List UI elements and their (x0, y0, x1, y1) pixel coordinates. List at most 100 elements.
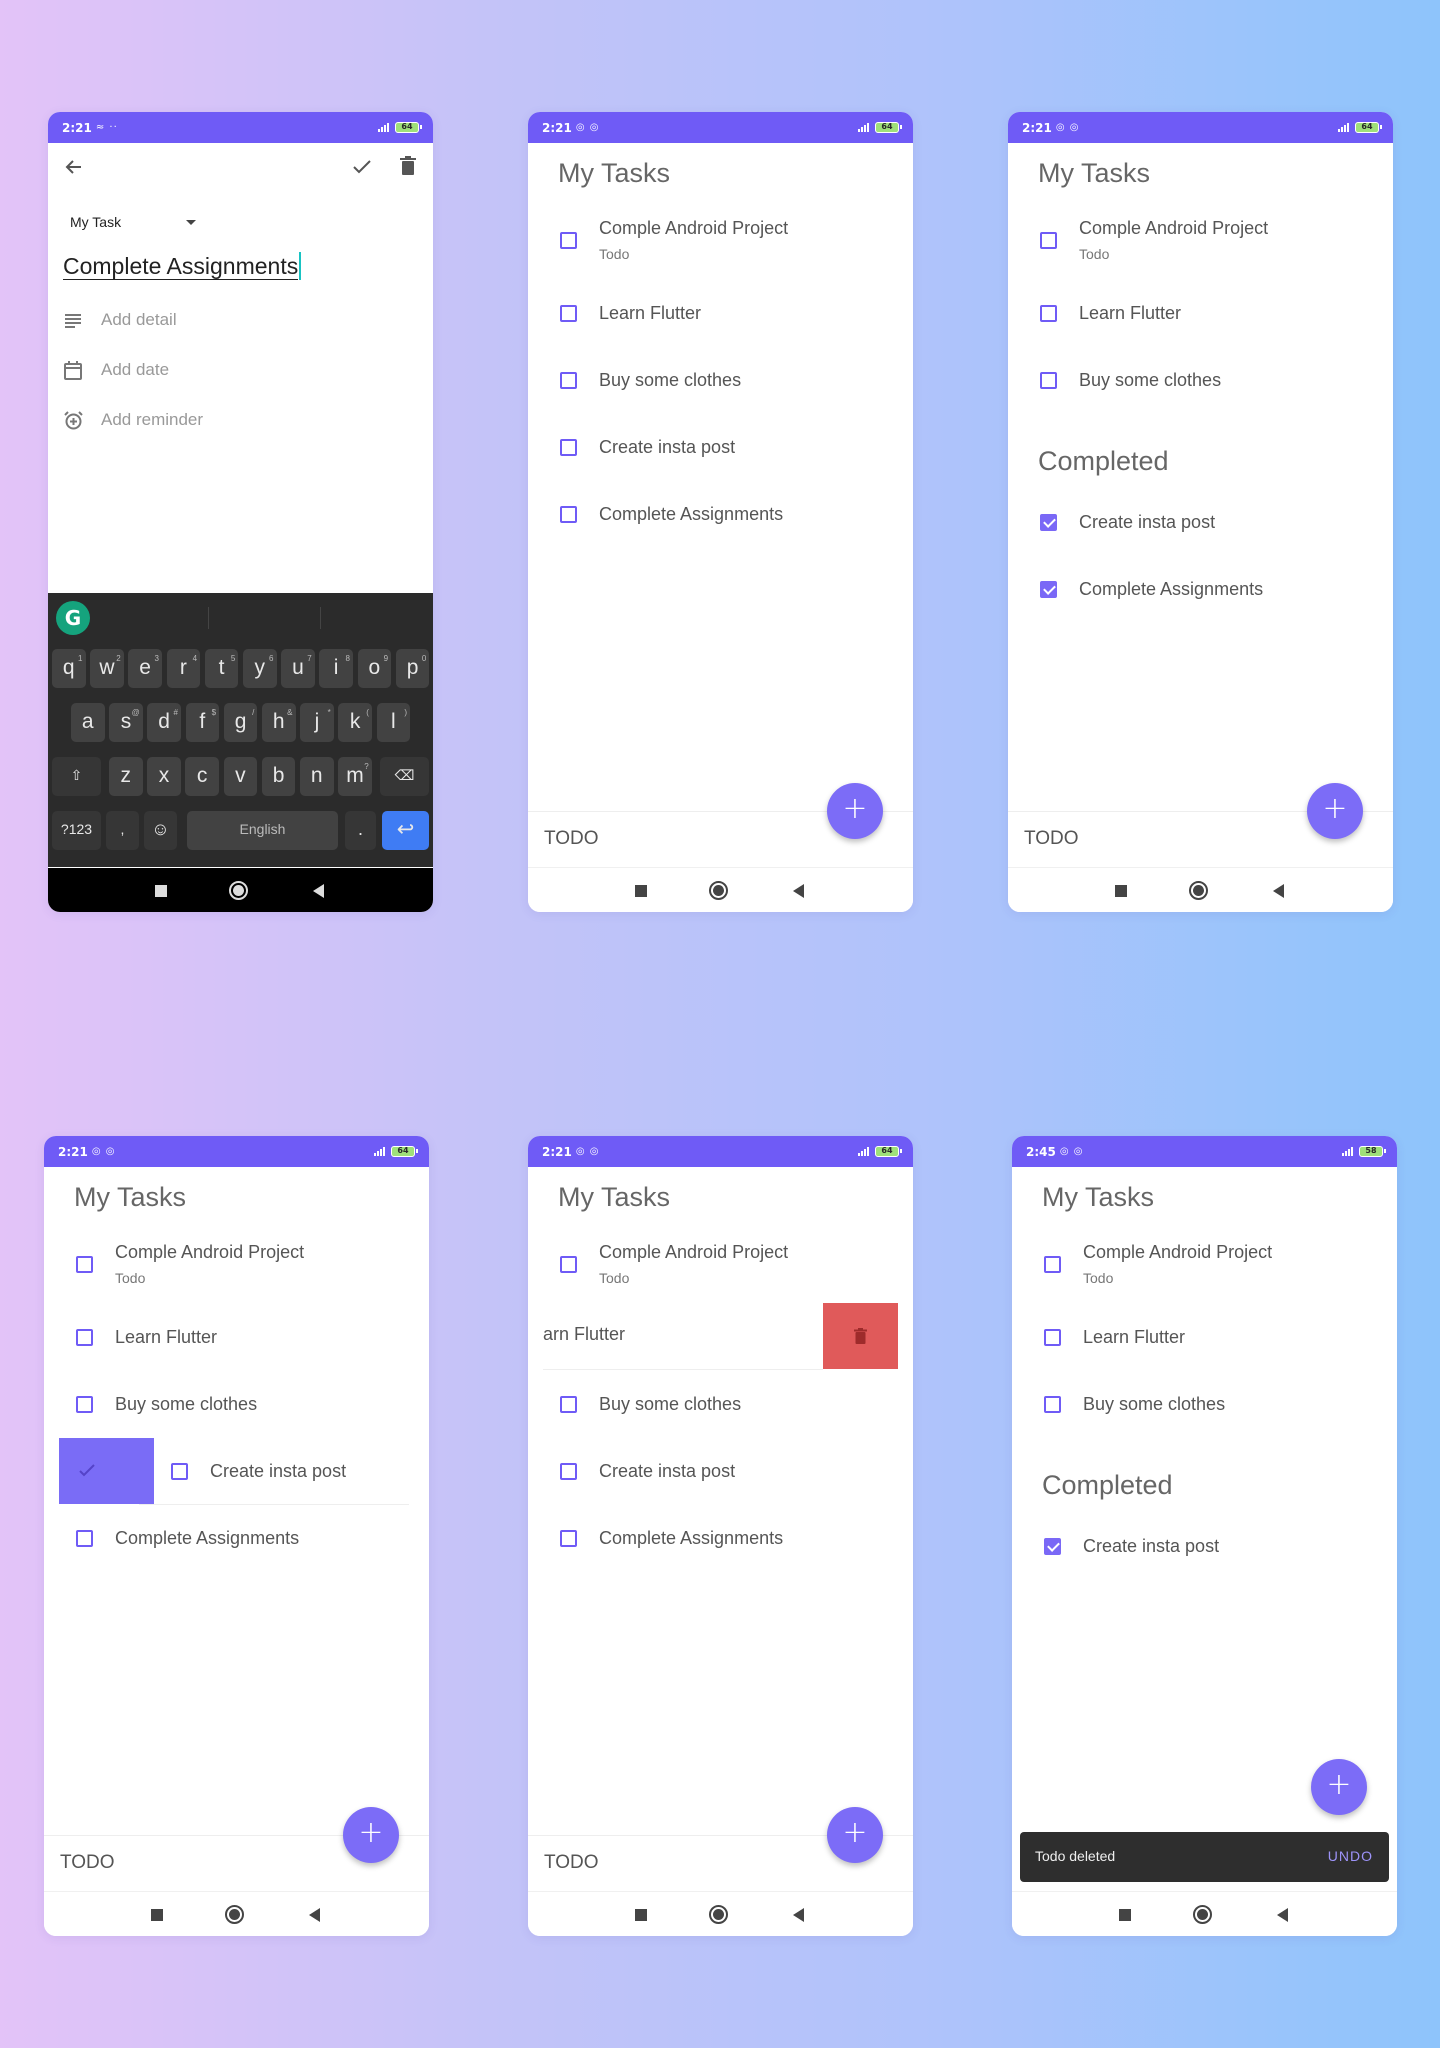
back-nav-icon[interactable] (313, 884, 324, 898)
task-item[interactable]: Comple Android Project Todo (44, 1236, 429, 1302)
key-z[interactable]: z (109, 757, 143, 796)
task-checkbox[interactable] (560, 372, 577, 389)
task-checkbox[interactable] (1040, 305, 1057, 322)
task-checkbox[interactable] (1040, 232, 1057, 249)
back-nav-icon[interactable] (793, 884, 804, 898)
task-item[interactable]: Comple Android Project Todo (528, 1236, 913, 1302)
key-h[interactable]: h & (262, 703, 296, 742)
add-reminder-row[interactable]: Add reminder (48, 402, 433, 442)
task-item[interactable]: Buy some clothes (528, 352, 913, 418)
key-n[interactable]: n (300, 757, 334, 796)
key-v[interactable]: v (223, 757, 258, 796)
recents-icon[interactable] (1115, 885, 1127, 897)
completed-task-item[interactable]: Complete Assignments (1008, 561, 1393, 627)
key-g[interactable]: g / (223, 703, 258, 742)
task-checkbox[interactable] (1044, 1256, 1061, 1273)
recents-icon[interactable] (1119, 1909, 1131, 1921)
add-task-button[interactable]: + (827, 1807, 883, 1863)
task-checkbox[interactable] (560, 506, 577, 523)
back-nav-icon[interactable] (1277, 1908, 1288, 1922)
home-icon[interactable] (709, 1905, 728, 1924)
key-l[interactable]: l) (376, 703, 411, 742)
task-item-swiping[interactable]: Create insta post (139, 1438, 409, 1504)
recents-icon[interactable] (635, 1909, 647, 1921)
key-p[interactable]: p0 (395, 649, 430, 688)
check-icon[interactable] (352, 158, 372, 181)
task-checkbox[interactable] (76, 1530, 93, 1547)
key-c[interactable]: c (185, 757, 219, 796)
key-a[interactable]: a (71, 703, 105, 742)
task-item[interactable]: Buy some clothes (44, 1376, 429, 1442)
key-b[interactable]: b (261, 757, 296, 796)
task-checkbox-checked[interactable] (1040, 581, 1057, 598)
key-d[interactable]: d # (147, 703, 181, 742)
key-e[interactable]: e3 (128, 649, 162, 688)
enter-key[interactable]: ↩ (382, 811, 429, 850)
shift-key[interactable]: ⇧ (52, 757, 101, 796)
task-item[interactable]: Learn Flutter (528, 285, 913, 351)
task-item[interactable]: Comple Android Project Todo (1012, 1236, 1397, 1302)
key-y[interactable]: y6 (243, 649, 277, 688)
space-key[interactable]: English (187, 811, 338, 850)
list-name-label[interactable]: TODO (1024, 828, 1079, 850)
list-selector[interactable]: My Task (70, 214, 196, 230)
task-item[interactable]: Learn Flutter (1012, 1309, 1397, 1375)
completed-task-item[interactable]: Create insta post (1008, 494, 1393, 560)
list-name-label[interactable]: TODO (60, 1852, 115, 1874)
task-item[interactable]: Buy some clothes (1012, 1376, 1397, 1442)
task-checkbox[interactable] (1044, 1329, 1061, 1346)
task-title-input[interactable]: Complete Assignments (63, 252, 302, 280)
back-nav-icon[interactable] (1273, 884, 1284, 898)
task-item[interactable]: Buy some clothes (528, 1376, 913, 1442)
home-icon[interactable] (709, 881, 728, 900)
list-name-label[interactable]: TODO (544, 828, 599, 850)
task-checkbox[interactable] (560, 305, 577, 322)
task-checkbox[interactable] (171, 1463, 188, 1480)
key-w[interactable]: w2 (90, 649, 124, 688)
task-item[interactable]: Complete Assignments (528, 486, 913, 552)
task-item[interactable]: Create insta post (528, 1443, 913, 1509)
home-icon[interactable] (229, 881, 248, 900)
recents-icon[interactable] (151, 1909, 163, 1921)
task-checkbox[interactable] (560, 439, 577, 456)
task-item[interactable]: Comple Android Project Todo (1008, 212, 1393, 278)
task-checkbox[interactable] (76, 1329, 93, 1346)
task-item[interactable]: Learn Flutter (44, 1309, 429, 1375)
task-checkbox[interactable] (560, 1463, 577, 1480)
add-task-button[interactable]: + (1307, 783, 1363, 839)
key-r[interactable]: r4 (166, 649, 201, 688)
recents-icon[interactable] (635, 885, 647, 897)
add-date-row[interactable]: Add date (48, 352, 433, 392)
task-item[interactable]: Comple Android Project Todo (528, 212, 913, 278)
home-icon[interactable] (1189, 881, 1208, 900)
task-checkbox[interactable] (1044, 1396, 1061, 1413)
task-checkbox[interactable] (560, 1530, 577, 1547)
key-m[interactable]: m? (338, 757, 372, 796)
add-task-button[interactable]: + (827, 783, 883, 839)
key-t[interactable]: t5 (204, 649, 239, 688)
add-detail-row[interactable]: Add detail (48, 302, 433, 342)
key-i[interactable]: i8 (319, 649, 353, 688)
trash-icon[interactable] (400, 156, 416, 181)
list-name-label[interactable]: TODO (544, 1852, 599, 1874)
emoji-key[interactable]: ☺ (144, 811, 177, 850)
task-item[interactable]: Create insta post (528, 419, 913, 485)
grammarly-icon[interactable]: G (56, 601, 90, 635)
task-checkbox-checked[interactable] (1044, 1538, 1061, 1555)
task-checkbox[interactable] (560, 1396, 577, 1413)
task-item[interactable]: Complete Assignments (44, 1510, 429, 1576)
back-nav-icon[interactable] (309, 1908, 320, 1922)
add-task-button[interactable]: + (1311, 1759, 1367, 1815)
task-checkbox[interactable] (560, 232, 577, 249)
back-arrow-icon[interactable] (64, 157, 84, 182)
completed-task-item[interactable]: Create insta post (1012, 1518, 1397, 1584)
task-checkbox[interactable] (1040, 372, 1057, 389)
task-checkbox-checked[interactable] (1040, 514, 1057, 531)
task-item[interactable]: Learn Flutter (1008, 285, 1393, 351)
key-f[interactable]: f $ (185, 703, 220, 742)
key-q[interactable]: q1 (52, 649, 86, 688)
key-o[interactable]: o9 (357, 649, 392, 688)
home-icon[interactable] (1193, 1905, 1212, 1924)
add-task-button[interactable]: + (343, 1807, 399, 1863)
undo-button[interactable]: UNDO (1328, 1848, 1373, 1864)
